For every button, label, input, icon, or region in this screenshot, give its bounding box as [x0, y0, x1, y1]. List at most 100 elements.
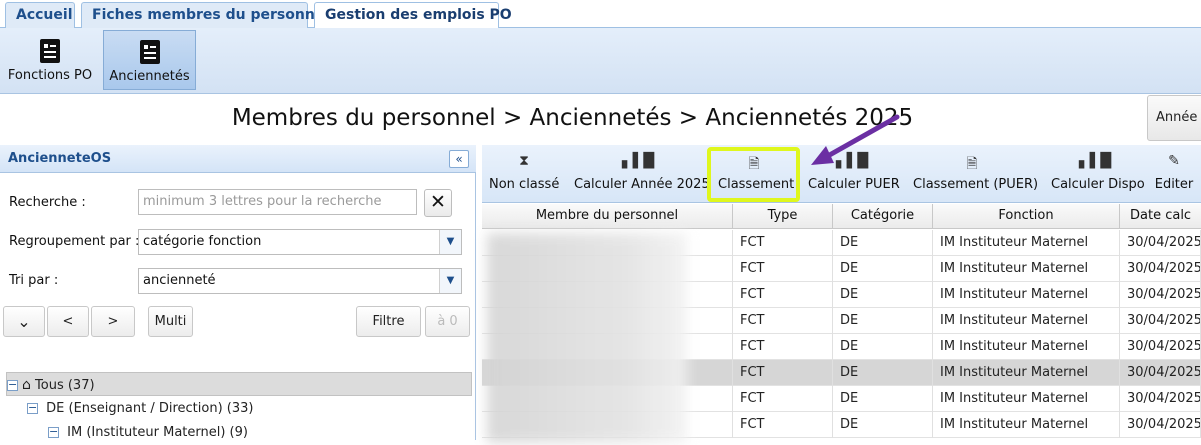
cell-type: FCT	[733, 386, 833, 412]
column-header-membre[interactable]: Membre du personnel	[482, 204, 733, 229]
cell-fonction: IM Instituteur Maternel	[933, 230, 1120, 256]
calculer-annee-label: Calculer Année 2025	[574, 177, 710, 192]
cell-fonction: IM Instituteur Maternel	[933, 308, 1120, 334]
document-list-icon	[139, 40, 160, 64]
collapse-node-icon[interactable]: −	[7, 379, 18, 391]
tree-node-tous[interactable]: − ⌂ Tous (37)	[6, 372, 472, 396]
previous-button[interactable]: <	[47, 306, 89, 337]
cell-date: 30/04/2025	[1120, 308, 1201, 334]
collapse-node-icon[interactable]: −	[48, 426, 59, 438]
cell-fonction: IM Instituteur Maternel	[933, 360, 1120, 386]
cell-categorie: DE	[833, 360, 933, 386]
redacted-names	[487, 233, 687, 443]
cell-fonction: IM Instituteur Maternel	[933, 256, 1120, 282]
cell-fonction: IM Instituteur Maternel	[933, 386, 1120, 412]
cell-categorie: DE	[833, 230, 933, 256]
cell-date: 30/04/2025	[1120, 256, 1201, 282]
cell-date: 30/04/2025	[1120, 386, 1201, 412]
editer-button[interactable]: ✎ Editer	[1154, 151, 1194, 199]
tree-node-de[interactable]: − DE (Enseignant / Direction) (33)	[27, 397, 253, 421]
next-button[interactable]: >	[91, 306, 135, 337]
cell-categorie: DE	[833, 412, 933, 438]
ribbon: Fonctions PO Anciennetés	[0, 28, 1201, 94]
cell-categorie: DE	[833, 282, 933, 308]
cell-type: FCT	[733, 308, 833, 334]
collapse-node-icon[interactable]: −	[27, 402, 38, 414]
highlight-box	[707, 147, 800, 202]
grid-header: Membre du personnel Type Catégorie Fonct…	[482, 204, 1201, 229]
cell-categorie: DE	[833, 386, 933, 412]
tree-node-label: IM (Instituteur Maternel) (9)	[67, 425, 248, 440]
panel-title: AncienneteOS	[8, 151, 112, 166]
filter-icon: ⧗	[519, 153, 529, 169]
cell-type: FCT	[733, 334, 833, 360]
tri-value: ancienneté	[143, 273, 216, 288]
reset-filter-button[interactable]: à 0	[425, 306, 470, 337]
cell-date: 30/04/2025	[1120, 282, 1201, 308]
chevron-down-icon: ▼	[439, 230, 461, 254]
tab-gestion-emplois[interactable]: Gestion des emplois PO	[314, 2, 512, 29]
chevron-down-icon: ▼	[439, 269, 461, 293]
year-button[interactable]: Année 2	[1147, 95, 1201, 141]
collapse-panel-button[interactable]: «	[449, 150, 469, 168]
toolbar: ⧗ Non classé ▖▌█ Calculer Année 2025 🗎 C…	[482, 145, 1201, 203]
cell-type: FCT	[733, 360, 833, 386]
column-header-fonction[interactable]: Fonction	[933, 204, 1120, 229]
cell-categorie: DE	[833, 334, 933, 360]
cell-type: FCT	[733, 282, 833, 308]
cell-fonction: IM Instituteur Maternel	[933, 282, 1120, 308]
document-list-icon	[40, 39, 60, 63]
anciennetes-label: Anciennetés	[109, 69, 190, 84]
calculer-dispo-label: Calculer Dispo	[1051, 177, 1145, 192]
editer-label: Editer	[1154, 177, 1194, 192]
tab-accueil[interactable]: Accueil	[5, 2, 75, 28]
search-input[interactable]: minimum 3 lettres pour la recherche	[138, 189, 417, 215]
classement-puer-button[interactable]: 🗎 Classement (PUER)	[913, 151, 1038, 199]
regroupement-value: catégorie fonction	[143, 234, 262, 249]
anciennetes-button[interactable]: Anciennetés	[103, 30, 196, 90]
bar-chart-icon: ▖▌█	[621, 153, 655, 169]
multi-button[interactable]: Multi	[148, 306, 193, 337]
tab-bar: Accueil Fiches membres du personnel Gest…	[0, 0, 1201, 29]
breadcrumb: Membres du personnel > Anciennetés > Anc…	[231, 105, 914, 131]
classement-puer-label: Classement (PUER)	[913, 177, 1039, 192]
tree-node-im[interactable]: − IM (Instituteur Maternel) (9)	[48, 421, 248, 445]
cell-categorie: DE	[833, 256, 933, 282]
recherche-label: Recherche :	[9, 195, 86, 210]
calculer-puer-label: Calculer PUER	[808, 177, 900, 192]
column-header-date[interactable]: Date calc	[1120, 204, 1201, 229]
column-header-type[interactable]: Type	[733, 204, 833, 229]
tree-node-label: Tous (37)	[35, 378, 95, 393]
fonctions-po-label: Fonctions PO	[7, 68, 93, 83]
tree-node-label: DE (Enseignant / Direction) (33)	[46, 401, 254, 416]
cell-date: 30/04/2025	[1120, 334, 1201, 360]
left-panel: AncienneteOS « Recherche : minimum 3 let…	[0, 145, 476, 440]
tab-fiches-membres[interactable]: Fiches membres du personnel	[81, 2, 329, 28]
calculer-dispo-button[interactable]: ▖▌█ Calculer Dispo	[1051, 151, 1145, 199]
filtre-button[interactable]: Filtre	[356, 306, 421, 337]
clear-search-button[interactable]: ✕	[424, 189, 452, 217]
non-classe-button[interactable]: ⧗ Non classé	[489, 151, 559, 199]
right-panel: ⧗ Non classé ▖▌█ Calculer Année 2025 🗎 C…	[482, 145, 1201, 443]
regroupement-select[interactable]: catégorie fonction ▼	[138, 229, 462, 255]
expand-button[interactable]: ⌄	[3, 306, 45, 337]
calculer-puer-button[interactable]: ▖▌█ Calculer PUER	[808, 151, 900, 199]
cell-date: 30/04/2025	[1120, 360, 1201, 386]
column-header-categorie[interactable]: Catégorie	[833, 204, 933, 229]
tri-select[interactable]: ancienneté ▼	[138, 268, 462, 294]
bar-chart-icon: ▖▌█	[835, 153, 869, 169]
document-icon: 🗎	[966, 156, 978, 172]
cell-categorie: DE	[833, 308, 933, 334]
calculer-annee-button[interactable]: ▖▌█ Calculer Année 2025	[574, 151, 710, 199]
cell-fonction: IM Instituteur Maternel	[933, 412, 1120, 438]
non-classe-label: Non classé	[489, 177, 560, 192]
fonctions-po-button[interactable]: Fonctions PO	[5, 30, 95, 90]
tri-label: Tri par :	[9, 273, 59, 288]
edit-icon: ✎	[1168, 153, 1180, 169]
double-chevron-left-icon: «	[455, 152, 463, 166]
cell-date: 30/04/2025	[1120, 412, 1201, 438]
left-panel-header: AncienneteOS «	[0, 145, 476, 173]
cell-fonction: IM Instituteur Maternel	[933, 334, 1120, 360]
cell-type: FCT	[733, 230, 833, 256]
home-icon: ⌂	[22, 377, 31, 393]
